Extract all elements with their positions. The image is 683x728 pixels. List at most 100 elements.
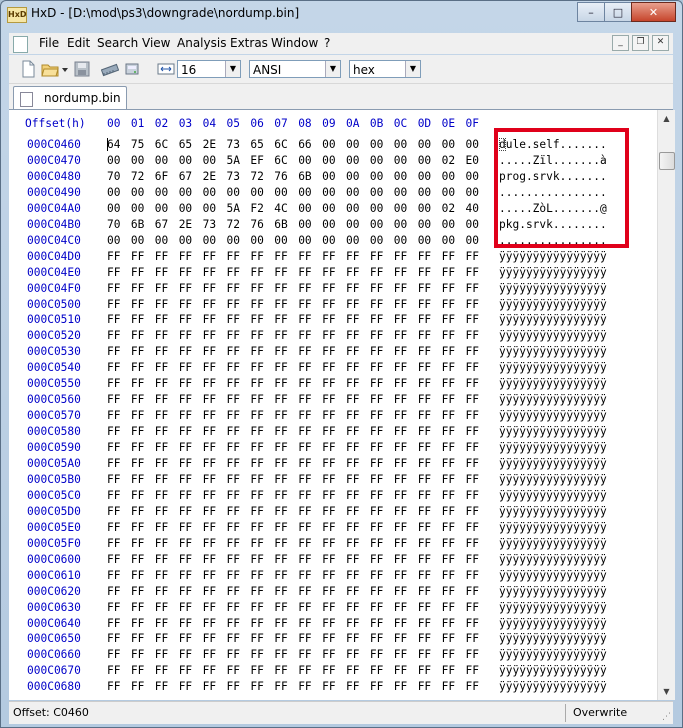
hex-byte[interactable]: FF <box>418 282 431 295</box>
ascii-text[interactable]: ÿÿÿÿÿÿÿÿÿÿÿÿÿÿÿÿ <box>499 409 607 422</box>
offset-base-select[interactable]: hex ▼ <box>349 60 421 78</box>
hex-byte[interactable]: 00 <box>131 154 144 167</box>
hex-byte[interactable]: FF <box>131 329 144 342</box>
hex-byte[interactable]: FF <box>131 377 144 390</box>
hex-byte[interactable]: FF <box>203 313 216 326</box>
hex-byte[interactable]: 00 <box>179 186 192 199</box>
hex-byte[interactable]: FF <box>442 282 455 295</box>
hex-byte[interactable]: FF <box>418 553 431 566</box>
hex-byte[interactable]: FF <box>418 648 431 661</box>
hex-byte[interactable]: FF <box>394 680 407 693</box>
hex-byte[interactable]: 70 <box>107 170 120 183</box>
hex-byte[interactable]: FF <box>418 537 431 550</box>
hex-byte[interactable]: FF <box>203 553 216 566</box>
hex-byte[interactable]: 6C <box>274 154 287 167</box>
hex-byte[interactable]: FF <box>131 250 144 263</box>
hex-byte[interactable]: FF <box>370 425 383 438</box>
hex-byte[interactable]: FF <box>442 266 455 279</box>
hex-byte[interactable]: 72 <box>250 170 263 183</box>
hex-byte[interactable]: FF <box>179 345 192 358</box>
hex-byte[interactable]: FF <box>250 680 263 693</box>
hex-byte[interactable]: FF <box>203 250 216 263</box>
hex-byte[interactable]: FF <box>370 457 383 470</box>
hex-editor[interactable]: Offset(h) 00 01 02 03 04 05 06 07 08 09 0A 0B 0C 0D 0E… <box>9 110 657 700</box>
hex-byte[interactable]: FF <box>131 409 144 422</box>
hex-byte[interactable]: FF <box>107 537 120 550</box>
hex-byte[interactable]: FF <box>274 537 287 550</box>
hex-byte[interactable]: FF <box>322 425 335 438</box>
hex-byte[interactable]: 70 <box>107 218 120 231</box>
hex-byte[interactable]: FF <box>442 585 455 598</box>
hex-byte[interactable]: FF <box>346 298 359 311</box>
hex-byte[interactable]: 00 <box>394 154 407 167</box>
hex-byte[interactable]: FF <box>107 553 120 566</box>
title-bar[interactable]: HxD HxD - [D:\mod\ps3\downgrade\nordump.… <box>1 1 682 27</box>
mdi-restore-button[interactable]: ❐ <box>632 35 649 51</box>
hex-byte[interactable]: FF <box>394 569 407 582</box>
hex-byte[interactable]: FF <box>394 377 407 390</box>
hex-byte[interactable]: FF <box>298 457 311 470</box>
hex-byte[interactable]: FF <box>107 601 120 614</box>
hex-byte[interactable]: FF <box>370 473 383 486</box>
hex-byte[interactable]: 00 <box>370 154 383 167</box>
hex-byte[interactable]: FF <box>418 409 431 422</box>
ascii-text[interactable]: ÿÿÿÿÿÿÿÿÿÿÿÿÿÿÿÿ <box>499 250 607 263</box>
ascii-text[interactable]: ÿÿÿÿÿÿÿÿÿÿÿÿÿÿÿÿ <box>499 505 607 518</box>
open-dropdown-icon[interactable] <box>61 60 69 78</box>
hex-byte[interactable]: 73 <box>227 138 240 151</box>
hex-byte[interactable]: FF <box>298 569 311 582</box>
hex-byte[interactable]: FF <box>155 601 168 614</box>
hex-byte[interactable]: 6B <box>131 218 144 231</box>
hex-byte[interactable]: FF <box>179 425 192 438</box>
hex-byte[interactable]: FF <box>107 409 120 422</box>
hex-byte[interactable]: FF <box>466 345 479 358</box>
hex-byte[interactable]: FF <box>418 250 431 263</box>
hex-byte[interactable]: FF <box>322 680 335 693</box>
hex-byte[interactable]: 00 <box>418 186 431 199</box>
hex-byte[interactable]: 00 <box>179 202 192 215</box>
hex-byte[interactable]: 6F <box>155 170 168 183</box>
hex-byte[interactable]: 00 <box>346 234 359 247</box>
hex-byte[interactable]: FF <box>107 680 120 693</box>
ascii-text[interactable]: ÿÿÿÿÿÿÿÿÿÿÿÿÿÿÿÿ <box>499 393 607 406</box>
hex-byte[interactable]: 00 <box>466 170 479 183</box>
hex-byte[interactable]: FF <box>227 329 240 342</box>
hex-byte[interactable]: FF <box>203 632 216 645</box>
hex-byte[interactable]: FF <box>394 553 407 566</box>
hex-byte[interactable]: FF <box>203 617 216 630</box>
hex-byte[interactable]: FF <box>322 569 335 582</box>
hex-byte[interactable]: FF <box>418 377 431 390</box>
hex-byte[interactable]: FF <box>370 537 383 550</box>
hex-byte[interactable]: FF <box>418 329 431 342</box>
hex-byte[interactable]: FF <box>131 585 144 598</box>
hex-byte[interactable]: FF <box>131 266 144 279</box>
ascii-text[interactable]: ÿÿÿÿÿÿÿÿÿÿÿÿÿÿÿÿ <box>499 521 607 534</box>
hex-byte[interactable]: FF <box>322 409 335 422</box>
hex-byte[interactable]: FF <box>131 553 144 566</box>
hex-byte[interactable]: 00 <box>298 202 311 215</box>
hex-byte[interactable]: FF <box>298 601 311 614</box>
ascii-text[interactable]: ÿÿÿÿÿÿÿÿÿÿÿÿÿÿÿÿ <box>499 377 607 390</box>
hex-byte[interactable]: 2E <box>203 138 216 151</box>
hex-byte[interactable]: FF <box>298 441 311 454</box>
hex-byte[interactable]: FF <box>346 250 359 263</box>
hex-byte[interactable]: FF <box>370 648 383 661</box>
hex-byte[interactable]: FF <box>442 601 455 614</box>
hex-byte[interactable]: FF <box>322 313 335 326</box>
hex-byte[interactable]: FF <box>107 298 120 311</box>
hex-byte[interactable]: 6C <box>274 138 287 151</box>
hex-byte[interactable]: 73 <box>203 218 216 231</box>
hex-byte[interactable]: FF <box>322 489 335 502</box>
hex-byte[interactable]: FF <box>131 505 144 518</box>
hex-byte[interactable]: FF <box>274 313 287 326</box>
ram-icon[interactable] <box>101 60 119 78</box>
hex-byte[interactable]: FF <box>155 329 168 342</box>
hex-byte[interactable]: FF <box>346 361 359 374</box>
hex-byte[interactable]: FF <box>203 473 216 486</box>
hex-byte[interactable]: FF <box>179 680 192 693</box>
hex-byte[interactable]: FF <box>346 409 359 422</box>
ascii-text[interactable]: ÿÿÿÿÿÿÿÿÿÿÿÿÿÿÿÿ <box>499 617 607 630</box>
hex-byte[interactable]: FF <box>155 425 168 438</box>
hex-byte[interactable]: FF <box>227 664 240 677</box>
hex-byte[interactable]: FF <box>107 457 120 470</box>
